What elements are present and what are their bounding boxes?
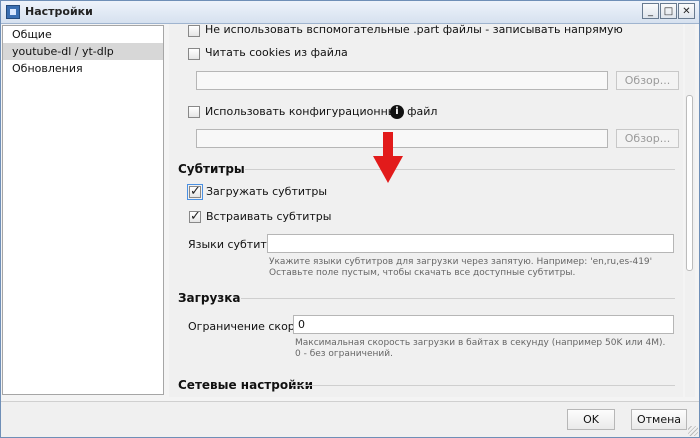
maximize-button[interactable]: □ [660, 3, 677, 19]
speed-limit-hint-2: 0 - без ограничений. [295, 349, 393, 359]
download-divider [241, 298, 675, 299]
download-subtitles-checkbox[interactable] [187, 184, 203, 200]
close-button[interactable]: ✕ [678, 3, 695, 19]
no-part-files-checkbox[interactable] [188, 25, 200, 37]
ok-button[interactable]: OK [567, 409, 615, 430]
sidebar-item-general[interactable]: Общие [3, 26, 163, 43]
download-section-title: Загрузка [178, 291, 241, 305]
arrow-shaft [383, 132, 393, 157]
subtitle-languages-hint-2: Оставьте поле пустым, чтобы скачать все … [269, 268, 576, 278]
speed-limit-input[interactable]: 0 [293, 315, 674, 334]
speed-limit-hint-1: Максимальная скорость загрузки в байтах … [295, 338, 666, 348]
resize-grip-icon[interactable] [688, 426, 698, 436]
embed-subtitles-checkbox[interactable] [189, 209, 201, 224]
scrollbar-thumb[interactable] [686, 95, 693, 271]
cookies-browse-button[interactable]: Обзор... [616, 71, 679, 90]
app-icon [6, 5, 20, 19]
sidebar-item-updates[interactable]: Обновления [3, 60, 163, 77]
embed-subtitles-label: Встраивать субтитры [206, 210, 332, 223]
read-cookies-checkbox[interactable] [188, 48, 200, 60]
network-divider [291, 385, 675, 386]
subtitles-section-title: Субтитры [178, 162, 245, 176]
title-bar: Настройки _ □ ✕ [1, 1, 699, 24]
use-config-checkbox[interactable] [188, 106, 200, 118]
cancel-button[interactable]: Отмена [631, 409, 687, 430]
read-cookies-label: Читать cookies из файла [205, 46, 348, 59]
download-subtitles-label: Загружать субтитры [206, 185, 328, 198]
window-title: Настройки [25, 5, 93, 18]
settings-sidebar: Общие youtube-dl / yt-dlp Обновления [2, 25, 164, 395]
no-part-files-label: Не использовать вспомогательные .part фа… [205, 24, 623, 36]
arrow-head-icon [373, 156, 403, 183]
subtitles-divider [245, 169, 675, 170]
subtitle-languages-hint-1: Укажите языки субтитров для загрузки чер… [269, 257, 653, 267]
config-browse-button[interactable]: Обзор... [616, 129, 679, 148]
info-icon[interactable]: i [390, 105, 404, 119]
dialog-content: Общие youtube-dl / yt-dlp Обновления Не … [1, 24, 699, 437]
annotation-arrow [373, 132, 403, 183]
settings-panel: Не использовать вспомогательные .part фа… [169, 24, 683, 397]
dialog-footer: OK Отмена [1, 401, 699, 437]
cookies-file-input[interactable] [196, 71, 608, 90]
minimize-button[interactable]: _ [642, 3, 659, 19]
settings-window: Настройки _ □ ✕ Общие youtube-dl / yt-dl… [0, 0, 700, 438]
settings-scrollbar[interactable] [685, 24, 695, 397]
sidebar-item-youtube-dl[interactable]: youtube-dl / yt-dlp [3, 43, 163, 60]
subtitle-languages-input[interactable] [267, 234, 674, 253]
